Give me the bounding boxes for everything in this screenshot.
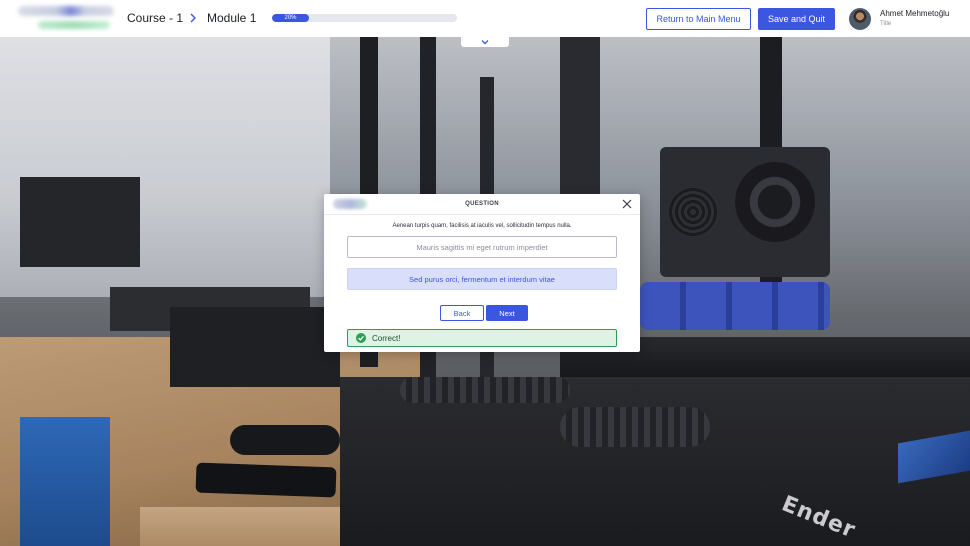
logo-mark-top xyxy=(18,6,114,16)
result-banner: Correct! xyxy=(347,329,617,347)
user-name: Ahmet Mehmetoğlu xyxy=(880,9,950,18)
return-to-main-menu-button[interactable]: Return to Main Menu xyxy=(646,8,751,30)
result-text: Correct! xyxy=(372,334,401,343)
breadcrumb-course[interactable]: Course - 1 xyxy=(127,11,183,25)
top-bar: Course - 1 Module 1 20% Return to Main M… xyxy=(0,0,970,37)
modal-title: QUESTION xyxy=(465,201,499,207)
back-button[interactable]: Back xyxy=(440,305,484,321)
chevron-down-icon xyxy=(481,40,489,45)
question-text: Aenean turpis quam, facilisis at iaculis… xyxy=(392,223,572,229)
answer-option-selected[interactable]: Sed purus orci, fermentum et interdum vi… xyxy=(347,268,617,290)
brand-logo[interactable] xyxy=(18,4,114,32)
answer-option[interactable]: Mauris sagittis mi eget rutrum imperdiet xyxy=(347,236,617,258)
next-button[interactable]: Next xyxy=(486,305,528,321)
header-toggle[interactable] xyxy=(461,37,509,47)
course-progress-fill: 20% xyxy=(272,14,309,22)
breadcrumb-module[interactable]: Module 1 xyxy=(207,11,256,25)
user-title: Title xyxy=(880,21,892,27)
avatar[interactable] xyxy=(849,8,871,30)
modal-divider xyxy=(324,214,640,215)
question-modal: QUESTION Aenean turpis quam, facilisis a… xyxy=(324,194,640,352)
save-and-quit-button[interactable]: Save and Quit xyxy=(758,8,835,30)
check-circle-icon xyxy=(356,333,366,343)
course-progress-bar: 20% xyxy=(272,14,457,22)
close-icon[interactable] xyxy=(621,198,633,210)
course-progress-label: 20% xyxy=(284,15,297,21)
logo-mark-bottom xyxy=(38,21,110,29)
chevron-right-icon xyxy=(190,13,196,23)
